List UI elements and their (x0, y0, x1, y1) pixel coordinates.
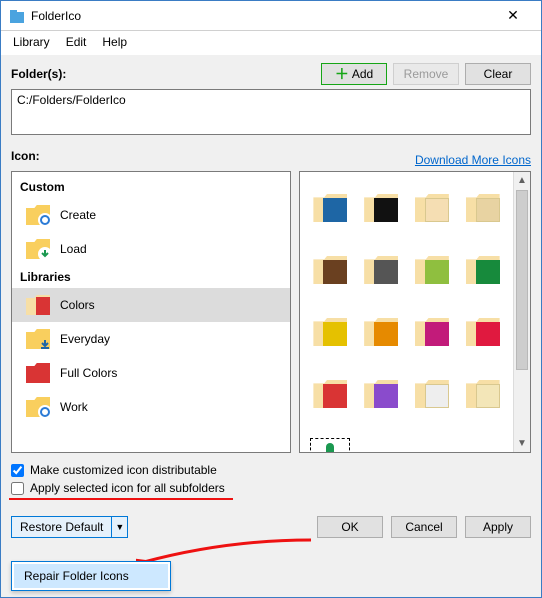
sidebar-item-label: Everyday (60, 332, 110, 346)
remove-button: Remove (393, 63, 459, 85)
sidebar-item-load[interactable]: Load (12, 232, 290, 266)
restore-default-menu: Repair Folder Icons (11, 561, 171, 591)
icon-grid-item[interactable] (364, 194, 398, 222)
sidebar-item-work[interactable]: Work (12, 390, 290, 424)
window-title: FolderIco (31, 9, 493, 23)
icon-grid-item[interactable] (415, 380, 449, 408)
folder-solid-red-icon (26, 362, 50, 384)
scroll-down-icon[interactable]: ▼ (514, 435, 530, 452)
titlebar: FolderIco ✕ (1, 1, 541, 31)
icon-grid-item[interactable] (415, 194, 449, 222)
bottom-button-row: Restore Default ▼ OK Cancel Apply (1, 506, 541, 538)
icon-grid-item[interactable] (313, 194, 347, 222)
close-button[interactable]: ✕ (493, 1, 533, 30)
scroll-up-icon[interactable]: ▲ (514, 172, 530, 189)
checkbox-distributable[interactable] (11, 464, 24, 477)
folder-download-icon (26, 328, 50, 350)
add-button-label: Add (352, 67, 373, 81)
menu-edit[interactable]: Edit (66, 35, 87, 49)
panels: Custom Create Load Libraries (11, 171, 531, 453)
icon-grid-item[interactable] (364, 380, 398, 408)
sidebar-item-label: Load (60, 242, 87, 256)
cross-icon (317, 443, 343, 453)
ok-label: OK (341, 520, 358, 534)
icon-grid-item[interactable] (466, 380, 500, 408)
annotation-underline (9, 498, 233, 500)
chevron-down-icon[interactable]: ▼ (111, 517, 127, 537)
icon-grid-item[interactable] (466, 256, 500, 284)
icon-grid-item[interactable] (415, 318, 449, 346)
icon-grid-item[interactable] (313, 380, 347, 408)
content: Folder(s): ＋ Add Remove Clear C:/Folders… (1, 55, 541, 506)
sidebar-item-everyday[interactable]: Everyday (12, 322, 290, 356)
sidebar-item-create[interactable]: Create (12, 198, 290, 232)
gear-icon (26, 396, 50, 418)
libraries-header: Libraries (12, 266, 290, 288)
download-icon (26, 238, 50, 260)
icon-grid-item[interactable] (313, 318, 347, 346)
ok-button[interactable]: OK (317, 516, 383, 538)
icon-grid-item-selected[interactable] (310, 438, 350, 453)
app-icon (9, 8, 25, 24)
category-panel: Custom Create Load Libraries (11, 171, 291, 453)
scrollbar[interactable]: ▲ ▼ (513, 172, 530, 452)
checkbox-subfolders[interactable] (11, 482, 24, 495)
menubar: Library Edit Help (1, 31, 541, 55)
add-button[interactable]: ＋ Add (321, 63, 387, 85)
menu-library[interactable]: Library (13, 35, 50, 49)
dialog-buttons: OK Cancel Apply (317, 516, 531, 538)
gear-icon (26, 204, 50, 226)
folder-buttons: ＋ Add Remove Clear (321, 63, 531, 85)
sidebar-item-label: Full Colors (60, 366, 117, 380)
icon-grid-item[interactable] (364, 256, 398, 284)
checkbox-section: Make customized icon distributable Apply… (11, 461, 531, 500)
sidebar-item-colors[interactable]: Colors (12, 288, 290, 322)
restore-default-label: Restore Default (12, 517, 111, 537)
apply-label: Apply (483, 520, 513, 534)
check-label: Make customized icon distributable (30, 463, 217, 477)
check-distributable[interactable]: Make customized icon distributable (11, 461, 531, 479)
menu-item-label: Repair Folder Icons (24, 569, 129, 583)
sidebar-item-full-colors[interactable]: Full Colors (12, 356, 290, 390)
icon-grid-panel: ▲ ▼ (299, 171, 531, 453)
folder-path-item[interactable]: C:/Folders/FolderIco (17, 93, 525, 107)
menu-help[interactable]: Help (102, 35, 127, 49)
icon-grid-item[interactable] (466, 318, 500, 346)
icon-grid-item[interactable] (466, 194, 500, 222)
download-more-icons-link[interactable]: Download More Icons (415, 153, 531, 167)
icon-grid-item[interactable] (364, 318, 398, 346)
remove-button-label: Remove (404, 67, 449, 81)
clear-button[interactable]: Clear (465, 63, 531, 85)
icon-grid (300, 172, 513, 452)
menu-item-repair-folder-icons[interactable]: Repair Folder Icons (14, 564, 168, 588)
icon-grid-item[interactable] (313, 256, 347, 284)
check-label: Apply selected icon for all subfolders (30, 481, 225, 495)
cancel-label: Cancel (405, 520, 442, 534)
cancel-button[interactable]: Cancel (391, 516, 457, 538)
scroll-thumb[interactable] (516, 190, 528, 370)
icon-header-row: Icon: Download More Icons (11, 145, 531, 167)
clear-button-label: Clear (484, 67, 513, 81)
window: FolderIco ✕ Library Edit Help Folder(s):… (0, 0, 542, 598)
folders-listbox[interactable]: C:/Folders/FolderIco (11, 89, 531, 135)
folder-red-icon (26, 294, 50, 316)
custom-header: Custom (12, 176, 290, 198)
folders-header-row: Folder(s): ＋ Add Remove Clear (11, 63, 531, 85)
restore-default-splitbutton[interactable]: Restore Default ▼ (11, 516, 128, 538)
apply-button[interactable]: Apply (465, 516, 531, 538)
icon-label: Icon: (11, 145, 40, 167)
folders-label: Folder(s): (11, 63, 66, 85)
sidebar-item-label: Colors (60, 298, 95, 312)
sidebar-item-label: Create (60, 208, 96, 222)
icon-grid-item[interactable] (415, 256, 449, 284)
check-subfolders[interactable]: Apply selected icon for all subfolders (11, 479, 531, 497)
plus-icon: ＋ (335, 64, 349, 84)
sidebar-item-label: Work (60, 400, 88, 414)
